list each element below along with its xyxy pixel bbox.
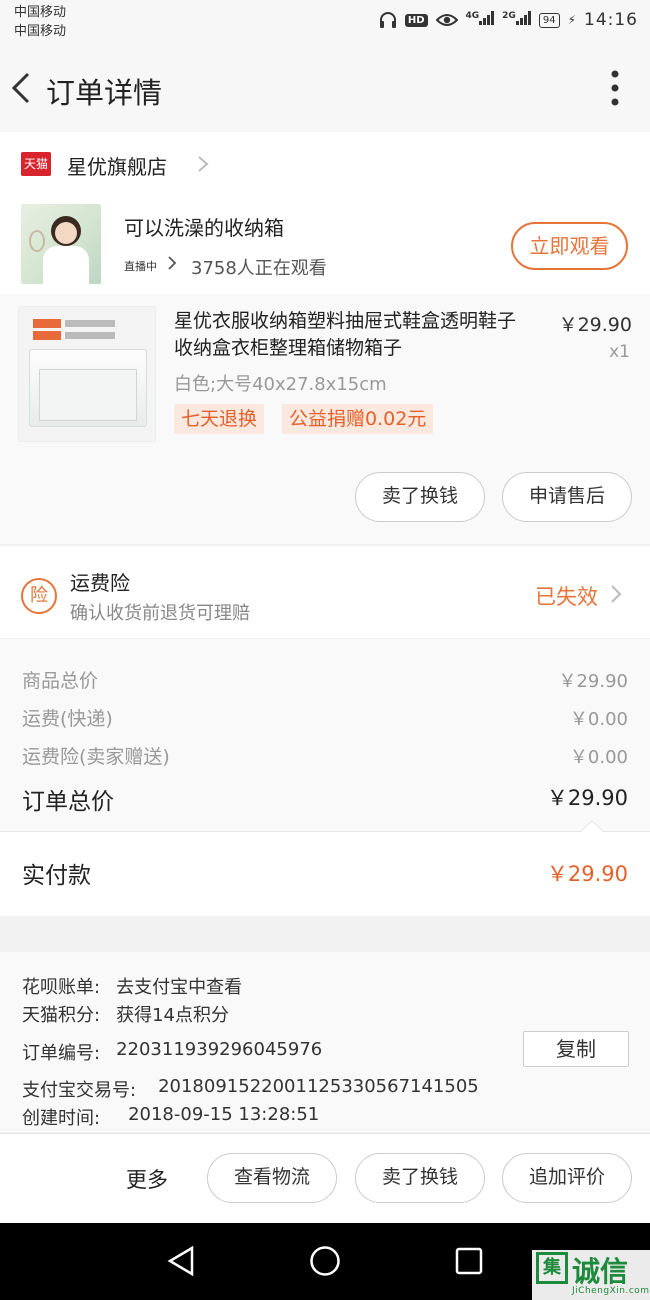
status-icons: HD 4G 2G 94 ⚡ 14:16 [379, 10, 638, 30]
insurance-status[interactable]: 已失效 [535, 581, 598, 611]
headphones-icon [379, 12, 396, 28]
nav-home-icon[interactable] [309, 1245, 341, 1277]
paid-value: ￥29.90 [546, 862, 628, 886]
live-title: 可以洗澡的收纳箱 [124, 216, 284, 240]
paid-label: 实付款 [22, 863, 91, 889]
watermark-logo: 集 [536, 1252, 568, 1284]
status-bar: 中国移动 中国移动 HD 4G 2G 94 ⚡ 14:16 [0, 0, 650, 46]
live-row[interactable]: 可以洗澡的收纳箱 直播中 3758人正在观看 立即观看 [0, 198, 650, 294]
net-4g-label: 4G [465, 11, 480, 21]
nav-back-icon[interactable] [166, 1245, 196, 1277]
watermark-text: 诚信 [572, 1255, 629, 1288]
product-row[interactable]: 星优衣服收纳箱塑料抽屉式鞋盒透明鞋子收纳盒衣柜整理箱储物箱子 ￥29.90 x1… [0, 294, 650, 544]
info-value: 220311939296045976 [116, 1039, 323, 1060]
sell-button[interactable]: 卖了换钱 [355, 472, 485, 522]
live-viewer-count: 3758人正在观看 [191, 258, 327, 279]
order-total-label: 订单总价 [22, 789, 114, 815]
product-sku: 白色;大号40x27.8x15cm [174, 374, 387, 395]
bottom-action-bar: 更多 查看物流 卖了换钱 追加评价 [0, 1133, 650, 1223]
info-alipay-number: 支付宝交易号: 2018091522001125330567141505 [22, 1076, 479, 1102]
huabei-link[interactable]: 去支付宝中查看 [116, 973, 242, 999]
info-value: 2018-09-15 13:28:51 [128, 1104, 320, 1125]
product-price: ￥29.90 [558, 314, 632, 336]
caret-up-icon [580, 820, 604, 832]
carrier-1: 中国移动 [14, 5, 67, 20]
info-points: 天猫积分: 获得14点积分 [22, 1001, 229, 1027]
add-review-button[interactable]: 追加评价 [502, 1153, 632, 1203]
nav-recent-apps-icon[interactable] [455, 1247, 483, 1275]
chevron-left-icon[interactable] [8, 68, 38, 108]
page-title: 订单详情 [46, 76, 163, 110]
summary-value-insurance: ￥0.00 [569, 747, 628, 768]
summary-value-shipping: ￥0.00 [569, 709, 628, 730]
after-sale-button[interactable]: 申请售后 [502, 472, 632, 522]
watermark-url: JiChengXin.com [572, 1286, 650, 1296]
order-card: 天猫 星优旗舰店 可以洗澡的收纳箱 直播中 3758人正在观看 立即观看 星优衣… [0, 132, 650, 544]
clock: 14:16 [584, 10, 638, 30]
sell-button[interactable]: 卖了换钱 [355, 1153, 485, 1203]
summary-label-goods: 商品总价 [22, 670, 99, 692]
live-status-tag: 直播中 [124, 260, 157, 273]
chevron-right-icon [168, 256, 177, 270]
info-value: 2018091522001125330567141505 [158, 1076, 479, 1097]
tag-seven-day-return: 七天退换 [174, 404, 265, 434]
title-bar: 订单详情 [0, 46, 650, 132]
chevron-right-icon [198, 156, 209, 172]
product-quantity: x1 [609, 342, 630, 362]
live-thumbnail [21, 204, 101, 284]
product-title: 星优衣服收纳箱塑料抽屉式鞋盒透明鞋子收纳盒衣柜整理箱储物箱子 [174, 310, 517, 359]
shop-row[interactable]: 天猫 星优旗舰店 [0, 132, 650, 198]
signal-2g: 2G [502, 11, 531, 29]
info-key: 创建时间: [22, 1108, 101, 1129]
info-created-time: 创建时间: 2018-09-15 13:28:51 [22, 1104, 319, 1130]
info-huabei: 花呗账单: 去支付宝中查看 [22, 973, 242, 999]
summary-value-goods: ￥29.90 [558, 671, 628, 692]
info-order-number: 订单编号: 220311939296045976 [22, 1039, 322, 1065]
more-link[interactable]: 更多 [126, 1164, 168, 1194]
signal-bars-icon [479, 11, 495, 25]
charging-icon: ⚡ [567, 13, 576, 27]
summary-label-insurance: 运费险(卖家赠送) [22, 746, 170, 768]
info-key: 花呗账单: [22, 977, 101, 998]
copy-button[interactable]: 复制 [523, 1031, 629, 1067]
info-key: 支付宝交易号: [22, 1080, 137, 1101]
tag-charity: 公益捐赠0.02元 [282, 404, 434, 434]
view-logistics-button[interactable]: 查看物流 [207, 1153, 337, 1203]
hd-badge: HD [404, 13, 428, 27]
product-image [18, 306, 156, 442]
info-key: 天猫积分: [22, 1005, 101, 1026]
summary-label-shipping: 运费(快递) [22, 708, 113, 730]
more-vertical-icon[interactable] [610, 70, 620, 106]
signal-bars-icon [515, 11, 531, 25]
shop-name: 星优旗舰店 [67, 155, 167, 179]
chevron-right-icon [611, 585, 622, 603]
info-value: 获得14点积分 [116, 1005, 229, 1026]
watermark: 集 诚信 JiChengXin.com [532, 1250, 650, 1300]
insurance-icon: 险 [21, 578, 57, 614]
info-key: 订单编号: [22, 1043, 101, 1064]
tmall-logo: 天猫 [21, 152, 51, 176]
insurance-subtitle: 确认收货前退货可理赔 [70, 603, 250, 624]
battery-icon: 94 [538, 12, 560, 28]
watch-now-button[interactable]: 立即观看 [511, 222, 628, 270]
carrier-2: 中国移动 [14, 24, 67, 39]
signal-4g: 4G [466, 11, 495, 29]
eye-icon [435, 14, 458, 26]
net-2g-label: 2G [502, 11, 516, 21]
insurance-title: 运费险 [70, 571, 130, 595]
order-total-value: ￥29.90 [546, 786, 628, 810]
